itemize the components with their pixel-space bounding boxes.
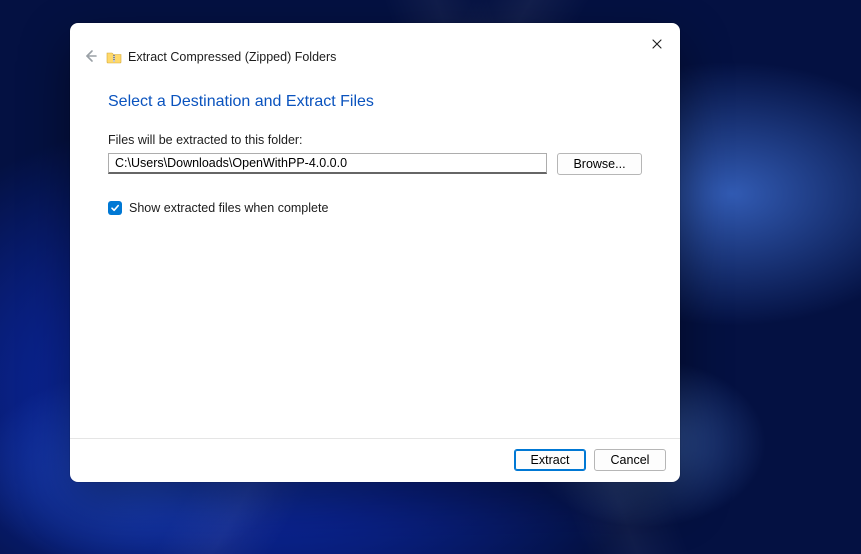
show-files-checkbox-label[interactable]: Show extracted files when complete: [129, 201, 328, 215]
back-button[interactable]: [80, 47, 100, 67]
page-title: Select a Destination and Extract Files: [108, 93, 642, 111]
checkmark-icon: [110, 201, 120, 216]
titlebar-controls: [642, 31, 672, 57]
zip-folder-icon: [106, 50, 122, 64]
dialog-content: Select a Destination and Extract Files F…: [70, 75, 680, 438]
dialog-footer: Extract Cancel: [70, 439, 680, 482]
destination-path-input[interactable]: [108, 153, 547, 174]
cancel-button[interactable]: Cancel: [594, 449, 666, 471]
wizard-title: Extract Compressed (Zipped) Folders: [128, 50, 336, 64]
back-arrow-icon: [83, 49, 97, 66]
dialog-header: Extract Compressed (Zipped) Folders: [70, 23, 680, 75]
path-row: Browse...: [108, 153, 642, 175]
browse-button[interactable]: Browse...: [557, 153, 642, 175]
close-icon: [652, 37, 662, 52]
extract-dialog: Extract Compressed (Zipped) Folders Sele…: [70, 23, 680, 482]
show-files-checkbox[interactable]: [108, 201, 122, 215]
path-label: Files will be extracted to this folder:: [108, 133, 642, 147]
extract-button[interactable]: Extract: [514, 449, 586, 471]
close-button[interactable]: [642, 31, 672, 57]
show-files-checkbox-row: Show extracted files when complete: [108, 201, 642, 215]
